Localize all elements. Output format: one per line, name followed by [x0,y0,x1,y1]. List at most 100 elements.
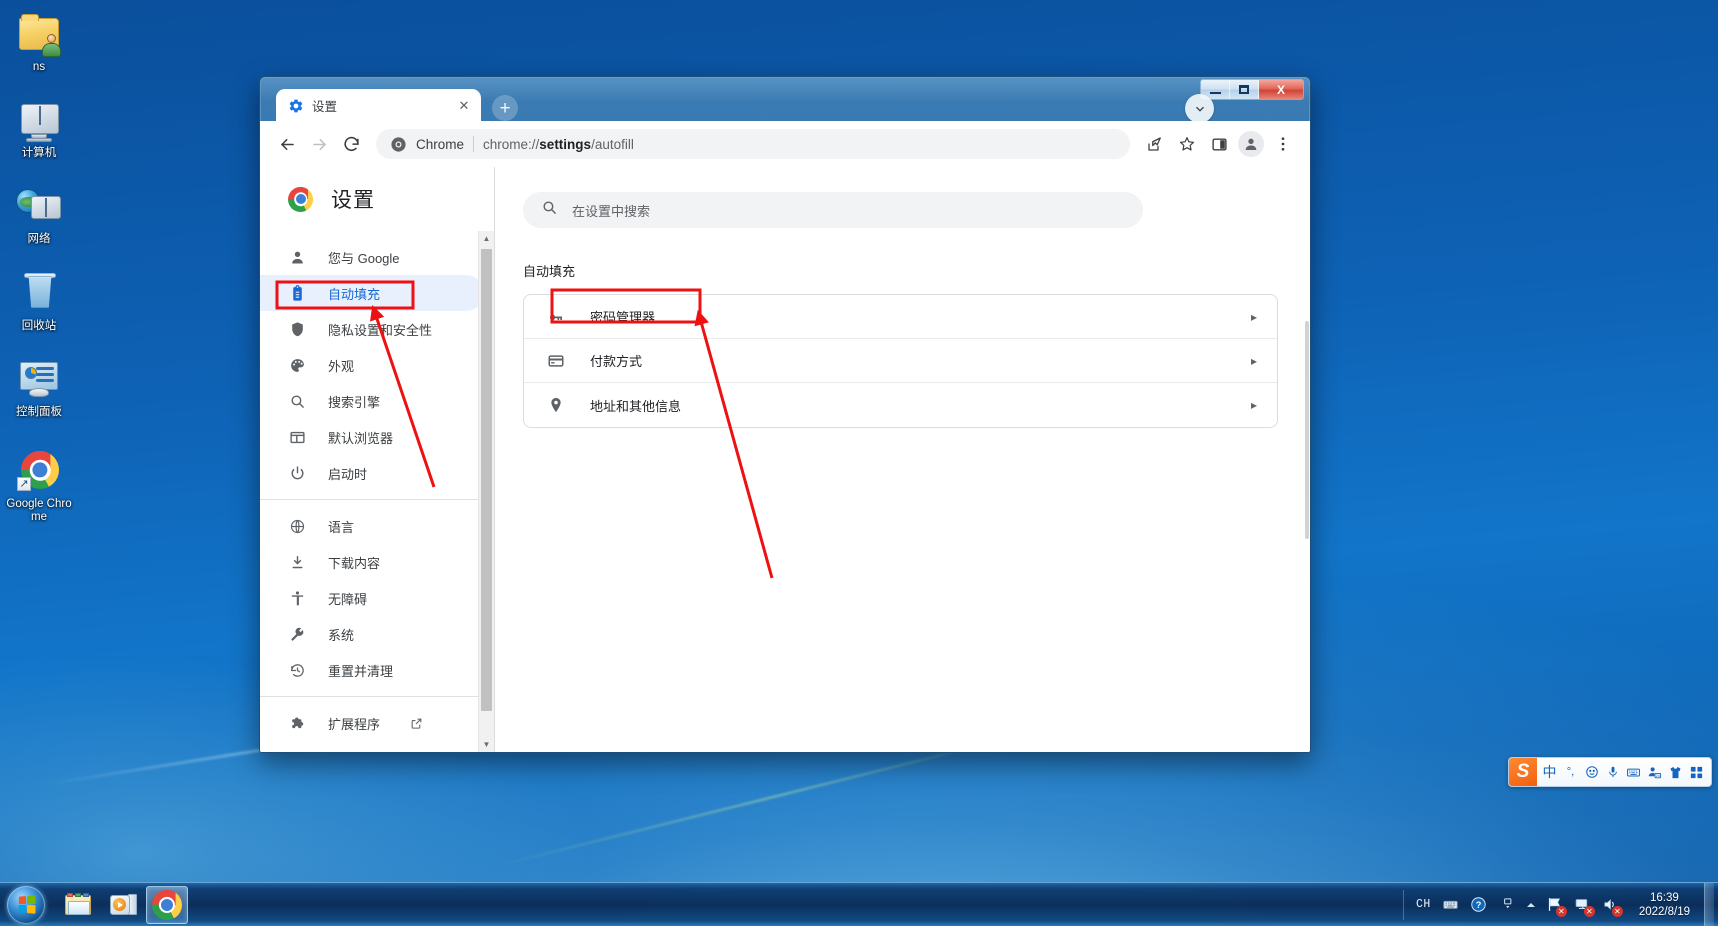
sidebar-item-appearance[interactable]: 外观 [260,347,484,383]
accessibility-icon [288,589,306,607]
desktop-icon-control-panel[interactable]: 控制面板 [0,355,78,425]
sogou-ime-toolbar[interactable]: S 中 °, 24 [1508,757,1712,787]
sidebar-item-on-startup[interactable]: 启动时 [260,455,484,491]
desktop-icon-list: ns 计算机 网络 回收站 控制面板 ↗ Google Chrome [0,6,78,545]
computer-icon [15,100,63,144]
browser-menu-button[interactable] [1268,129,1298,159]
desktop-icon-ns[interactable]: ns [0,10,78,80]
microphone-icon[interactable] [1602,758,1623,786]
chrome-icon [288,186,313,212]
desktop-icon-google-chrome[interactable]: ↗ Google Chrome [0,447,78,530]
scroll-up-arrow-icon[interactable]: ▲ [479,231,494,246]
start-button[interactable] [2,884,50,926]
profile-avatar-icon [1245,138,1257,150]
power-icon [288,464,306,482]
content-scroll-area: 自动填充 密码管理器 ▸ 付款方式 ▸ 地址和其他信息 ▸ [495,233,1310,752]
share-icon [1148,137,1161,151]
desktop-icon-label: 网络 [27,233,51,246]
clock-time: 16:39 [1650,891,1679,904]
external-link-icon [410,717,423,730]
desktop-icon-computer[interactable]: 计算机 [0,96,78,166]
tray-network-icon[interactable]: ✕ [1572,894,1595,917]
address-bar[interactable]: Chrome chrome://settings/autofill [376,129,1130,159]
tray-show-hidden-icons-icon[interactable] [1496,894,1518,916]
sidebar-item-reset-and-clean-up[interactable]: 重置并清理 [260,652,484,688]
back-button[interactable] [272,129,302,159]
sidebar-item-privacy-and-security[interactable]: 隐私设置和安全性 [260,311,484,347]
tray-clock[interactable]: 16:39 2022/8/19 [1639,891,1690,919]
bookmark-button[interactable] [1172,129,1202,159]
desktop-icon-label: ns [32,61,46,73]
close-icon[interactable]: ✕ [455,97,473,115]
row-label: 付款方式 [590,354,643,369]
toolbox-grid-icon[interactable] [1686,758,1707,786]
browser-toolbar: Chrome chrome://settings/autofill [260,121,1310,167]
search-input[interactable]: 在设置中搜索 [523,192,1143,228]
sidebar-item-languages[interactable]: 语言 [260,508,484,544]
sidebar-item-default-browser[interactable]: 默认浏览器 [260,419,484,455]
desktop-icon-recycle-bin[interactable]: 回收站 [0,269,78,339]
section-title: 自动填充 [523,264,576,279]
tray-action-center-flag-icon[interactable]: ✕ [1544,894,1567,917]
desktop-icon-label: 控制面板 [16,405,62,418]
profile-avatar[interactable] [1238,131,1264,157]
reload-icon [343,136,359,151]
person-icon [288,248,306,266]
sidebar-item-accessibility[interactable]: 无障碍 [260,580,484,616]
keyboard-icon[interactable] [1623,758,1644,786]
show-desktop-button[interactable] [1704,883,1714,926]
punctuation-icon[interactable]: °, [1560,758,1581,786]
user-24-icon[interactable]: 24 [1644,758,1665,786]
scrollbar-thumb[interactable] [481,249,492,711]
tray-keyboard-icon[interactable] [1440,894,1462,916]
new-tab-button[interactable]: + [492,95,518,121]
desktop-icon-label: Google Chrome [6,498,72,524]
settings-brand: 设置 [260,167,494,231]
chrome-browser-window[interactable]: X 设置 ✕ + Chrome chrome://settings/autofi… [259,76,1311,753]
row-password-manager[interactable]: 密码管理器 ▸ [524,295,1277,339]
settings-gear-icon [288,98,304,114]
search-placeholder: 在设置中搜索 [572,203,651,219]
scroll-down-arrow-icon[interactable]: ▼ [479,737,494,752]
tray-help-question-icon[interactable]: ? [1468,894,1490,916]
row-addresses-and-more[interactable]: 地址和其他信息 ▸ [524,383,1277,427]
forward-button[interactable] [304,129,334,159]
reload-button[interactable] [336,129,366,159]
sidebar-item-downloads[interactable]: 下载内容 [260,544,484,580]
shortcut-overlay-icon: ↗ [17,477,31,492]
row-label: 密码管理器 [590,310,656,325]
emoji-icon[interactable] [1581,758,1602,786]
skin-shirt-icon[interactable] [1665,758,1686,786]
sidebar-item-autofill[interactable]: 自动填充 [260,275,484,311]
desktop-icon-network[interactable]: 网络 [0,182,78,252]
side-panel-button[interactable] [1204,129,1234,159]
tab-title: 设置 [312,100,338,114]
taskbar-item-explorer[interactable] [58,886,100,924]
sidebar-item-you-and-google[interactable]: 您与 Google [260,239,484,275]
sidebar-item-search-engine[interactable]: 搜索引擎 [260,383,484,419]
sogou-logo-icon[interactable]: S [1509,758,1537,786]
desktop-icon-label: 计算机 [21,147,57,160]
tray-volume-muted-icon[interactable]: ✕ [1600,894,1623,917]
taskbar-item-chrome[interactable] [146,885,188,924]
tray-divider [1403,889,1405,920]
tray-language-indicator[interactable]: CH [1416,898,1431,911]
chinese-mode-icon[interactable]: 中 [1539,758,1560,786]
taskbar: CH ? ✕ ✕ ✕ 16:39 2022/8/19 [0,882,1718,926]
row-payment-methods[interactable]: 付款方式 ▸ [524,339,1277,383]
taskbar-item-media-player[interactable] [102,886,144,924]
sidebar-item-system[interactable]: 系统 [260,616,484,652]
sidebar-scrollbar[interactable]: ▲ ▼ [478,231,494,752]
sidebar-item-extensions[interactable]: 扩展程序 [260,705,484,741]
tab-settings[interactable]: 设置 ✕ [276,89,481,122]
plus-icon: + [499,97,511,119]
tray-chevron-up-icon[interactable] [1524,894,1538,916]
scrollbar-thumb[interactable] [1305,321,1309,539]
browser-window-icon [288,428,306,446]
svg-text:?: ? [1476,900,1482,910]
content-scrollbar[interactable] [1304,233,1310,752]
tab-search-button[interactable] [1185,94,1214,123]
share-button[interactable] [1140,129,1170,159]
tab-strip: 设置 ✕ + [260,77,1310,123]
three-dot-menu-icon [1281,137,1285,151]
